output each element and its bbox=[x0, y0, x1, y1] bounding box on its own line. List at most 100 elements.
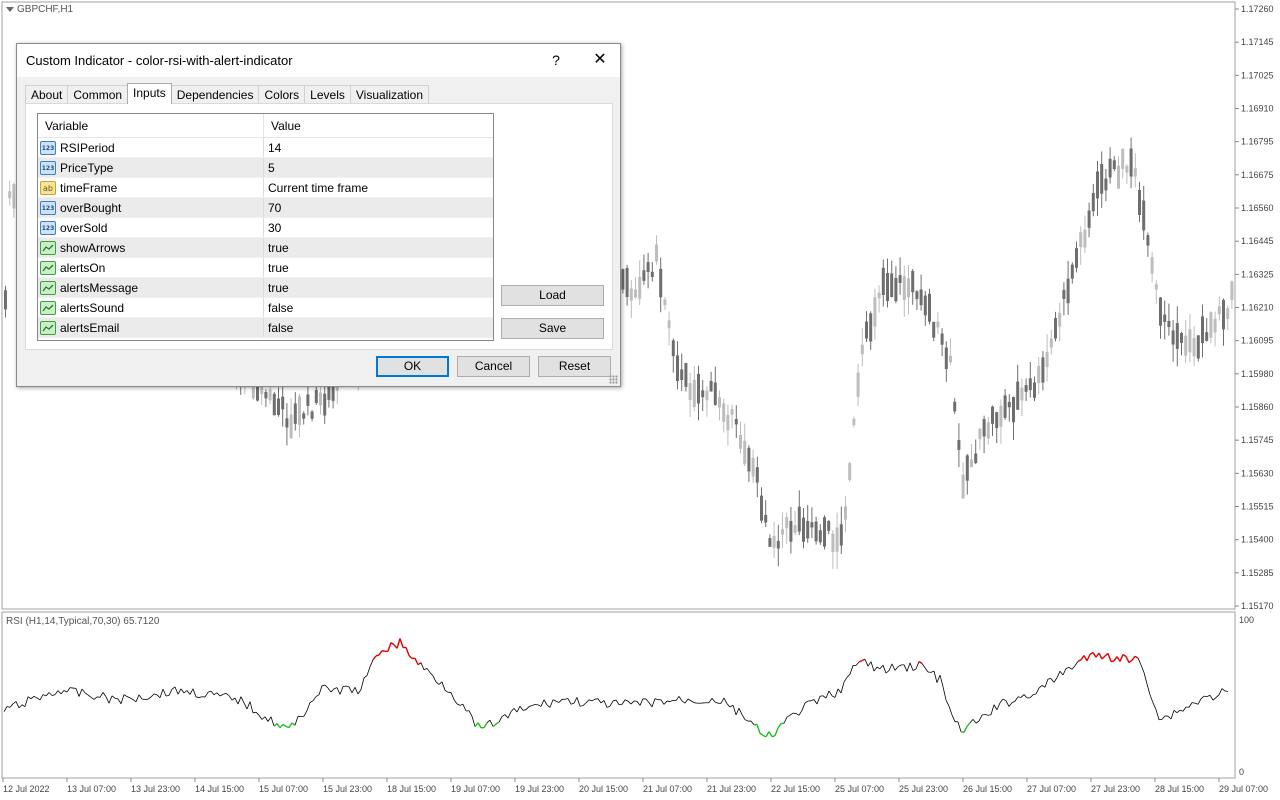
time-axis-label: 13 Jul 23:00 bbox=[131, 784, 180, 794]
input-row-alertsOn[interactable]: alertsOn true bbox=[38, 258, 493, 278]
rsi-line-segment bbox=[804, 700, 809, 704]
rsi-line-segment bbox=[222, 692, 227, 695]
price-axis-label: 1.17260 bbox=[1241, 4, 1274, 14]
rsi-line-segment bbox=[1050, 678, 1055, 683]
rsi-line-segment bbox=[654, 698, 659, 701]
input-row-showArrows[interactable]: showArrows true bbox=[38, 238, 493, 258]
resize-grip-icon[interactable] bbox=[609, 375, 618, 384]
value-cell[interactable]: 70 bbox=[264, 198, 493, 217]
dialog-title: Custom Indicator - color-rsi-with-alert-… bbox=[26, 53, 293, 68]
input-row-overSold[interactable]: 123 overSold 30 bbox=[38, 218, 493, 238]
value-column-header[interactable]: Value bbox=[264, 114, 493, 138]
load-button[interactable]: Load bbox=[501, 285, 604, 306]
rsi-line-segment bbox=[1062, 668, 1067, 676]
rsi-line-segment bbox=[858, 660, 863, 663]
candle-body bbox=[894, 277, 898, 302]
input-row-alertsMessage[interactable]: alertsMessage true bbox=[38, 278, 493, 298]
input-row-RSIPeriod[interactable]: 123 RSIPeriod 14 bbox=[38, 138, 493, 158]
price-axis-label: 1.16210 bbox=[1241, 303, 1274, 313]
rsi-line-segment bbox=[540, 699, 545, 707]
price-axis-label: 1.16095 bbox=[1241, 336, 1274, 346]
cancel-button[interactable]: Cancel bbox=[457, 356, 530, 377]
candle-body bbox=[1222, 300, 1225, 330]
candle-body bbox=[844, 506, 847, 520]
value-cell[interactable]: true bbox=[264, 278, 493, 297]
symbol-text: GBPCHF,H1 bbox=[17, 4, 74, 15]
candle-body bbox=[1217, 306, 1221, 315]
rsi-line-segment bbox=[51, 694, 56, 696]
rsi-line-segment bbox=[591, 698, 596, 702]
input-row-alertsSound[interactable]: alertsSound false bbox=[38, 298, 493, 318]
dropdown-triangle-icon[interactable] bbox=[6, 6, 14, 12]
value-cell[interactable]: 30 bbox=[264, 218, 493, 237]
input-row-alertsEmail[interactable]: alertsEmail false bbox=[38, 318, 493, 338]
price-axis-label: 1.16445 bbox=[1241, 236, 1274, 246]
value-cell[interactable]: true bbox=[264, 238, 493, 257]
candle-body bbox=[1070, 264, 1074, 279]
candle-body bbox=[293, 403, 297, 424]
tab-about[interactable]: About bbox=[25, 85, 69, 104]
tab-inputs[interactable]: Inputs bbox=[127, 83, 172, 104]
rsi-line-segment bbox=[777, 723, 782, 729]
value-cell[interactable]: 14 bbox=[264, 138, 493, 157]
value-cell[interactable]: Current time frame bbox=[264, 178, 493, 197]
value-cell[interactable]: true bbox=[264, 258, 493, 277]
inputs-grid[interactable]: Variable Value 123 RSIPeriod 14 123 PriceTyp… bbox=[37, 113, 494, 341]
candle-body bbox=[634, 289, 637, 298]
variable-cell: 123 overBought bbox=[38, 198, 264, 217]
rsi-line-segment bbox=[669, 700, 674, 702]
rsi-line-segment bbox=[102, 692, 107, 697]
ok-button[interactable]: OK bbox=[376, 356, 449, 377]
candle-body bbox=[957, 440, 961, 450]
input-row-overBought[interactable]: 123 overBought 70 bbox=[38, 198, 493, 218]
rsi-line-segment bbox=[567, 698, 572, 705]
candle-body bbox=[1083, 229, 1087, 248]
rsi-line-segment bbox=[873, 666, 878, 672]
tab-colors[interactable]: Colors bbox=[258, 85, 306, 104]
input-row-PriceType[interactable]: 123 PriceType 5 bbox=[38, 158, 493, 178]
candle-body bbox=[823, 517, 826, 547]
variable-cell: alertsSound bbox=[38, 298, 264, 317]
tab-common[interactable]: Common bbox=[67, 85, 129, 104]
candle-body bbox=[1066, 278, 1070, 304]
rsi-line-segment bbox=[354, 687, 359, 695]
rsi-line-segment bbox=[33, 695, 38, 699]
rsi-line-segment bbox=[795, 713, 800, 716]
rsi-line-segment bbox=[1002, 698, 1007, 702]
rsi-line-segment bbox=[186, 690, 191, 695]
candle-body bbox=[949, 355, 952, 363]
save-button[interactable]: Save bbox=[501, 318, 604, 339]
reset-button[interactable]: Reset bbox=[538, 356, 611, 377]
candle-body bbox=[1075, 248, 1078, 268]
rsi-line-segment bbox=[813, 699, 818, 705]
rsi-line-segment bbox=[318, 685, 323, 695]
rsi-line-segment bbox=[111, 695, 116, 699]
tab-visualization[interactable]: Visualization bbox=[349, 85, 430, 104]
variable-column-header[interactable]: Variable bbox=[38, 114, 264, 138]
rsi-line-segment bbox=[438, 681, 443, 685]
rsi-line-segment bbox=[243, 702, 248, 710]
tab-dependencies[interactable]: Dependencies bbox=[170, 85, 260, 104]
rsi-line-segment bbox=[1170, 710, 1175, 720]
close-button[interactable]: ✕ bbox=[589, 49, 611, 71]
dialog-titlebar[interactable]: Custom Indicator - color-rsi-with-alert-… bbox=[17, 44, 620, 77]
rsi-line-segment bbox=[168, 689, 173, 696]
rsi-line-segment bbox=[765, 731, 770, 738]
rsi-line-segment bbox=[285, 725, 290, 729]
rsi-line-segment bbox=[372, 655, 377, 661]
value-cell[interactable]: false bbox=[264, 318, 493, 337]
rsi-line-segment bbox=[537, 704, 542, 707]
input-row-timeFrame[interactable]: ab timeFrame Current time frame bbox=[38, 178, 493, 198]
rsi-line-segment bbox=[636, 700, 641, 706]
rsi-line-segment bbox=[453, 699, 458, 705]
candle-body bbox=[923, 295, 927, 316]
value-cell[interactable]: 5 bbox=[264, 158, 493, 177]
help-button[interactable]: ? bbox=[547, 49, 565, 71]
variable-name: alertsOn bbox=[60, 260, 106, 275]
rsi-line-segment bbox=[129, 697, 134, 700]
rsi-line-segment bbox=[771, 735, 776, 738]
tab-levels[interactable]: Levels bbox=[304, 85, 351, 104]
candle-body bbox=[1121, 148, 1125, 169]
value-cell[interactable]: false bbox=[264, 298, 493, 317]
rsi-line-segment bbox=[381, 649, 386, 653]
